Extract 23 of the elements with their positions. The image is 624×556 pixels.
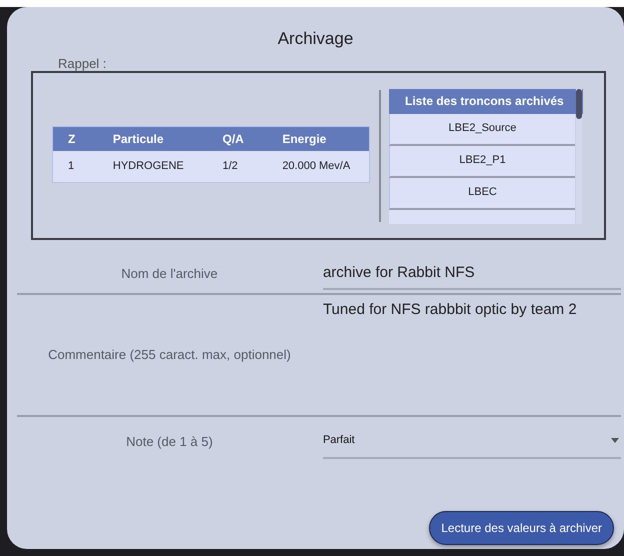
column-header: Z — [67, 130, 76, 148]
field-label: Commentaire (255 caract. max, optionnel) — [47, 346, 292, 364]
table-cell-text: HYDROGENE — [112, 158, 185, 174]
read-values-button[interactable]: Lecture des valeurs à archiver — [429, 510, 614, 544]
column-header: Energie — [281, 130, 328, 148]
field-label: Nom de l'archive — [120, 264, 219, 283]
section-legend: Rappel : — [58, 56, 624, 70]
column-header: Particule — [112, 130, 165, 148]
input-field[interactable]: archive for Rabbit NFS — [322, 258, 621, 290]
list-item[interactable]: LBEC — [389, 178, 575, 210]
table-cell-text: 1 — [67, 158, 76, 174]
list-item[interactable]: LBE2_P1 — [389, 146, 575, 178]
list-header: Liste des troncons archivés — [389, 88, 583, 114]
list-item[interactable]: LBE2_Source — [389, 114, 575, 146]
field-label: Note (de 1 à 5) — [125, 432, 214, 451]
note-select[interactable]: Parfait — [322, 424, 621, 458]
comment-field[interactable]: Tuned for NFS rabbbit optic by team 2 — [322, 298, 621, 408]
dialog-title: Archivage — [276, 28, 354, 50]
table-cell-text: 1/2 — [222, 158, 239, 174]
scrollbar-thumb[interactable] — [576, 88, 582, 118]
column-header: Q/A — [222, 130, 245, 148]
dropdown-caret-icon — [611, 438, 619, 443]
table-cell-text: 20.000 Mev/A — [281, 158, 352, 174]
